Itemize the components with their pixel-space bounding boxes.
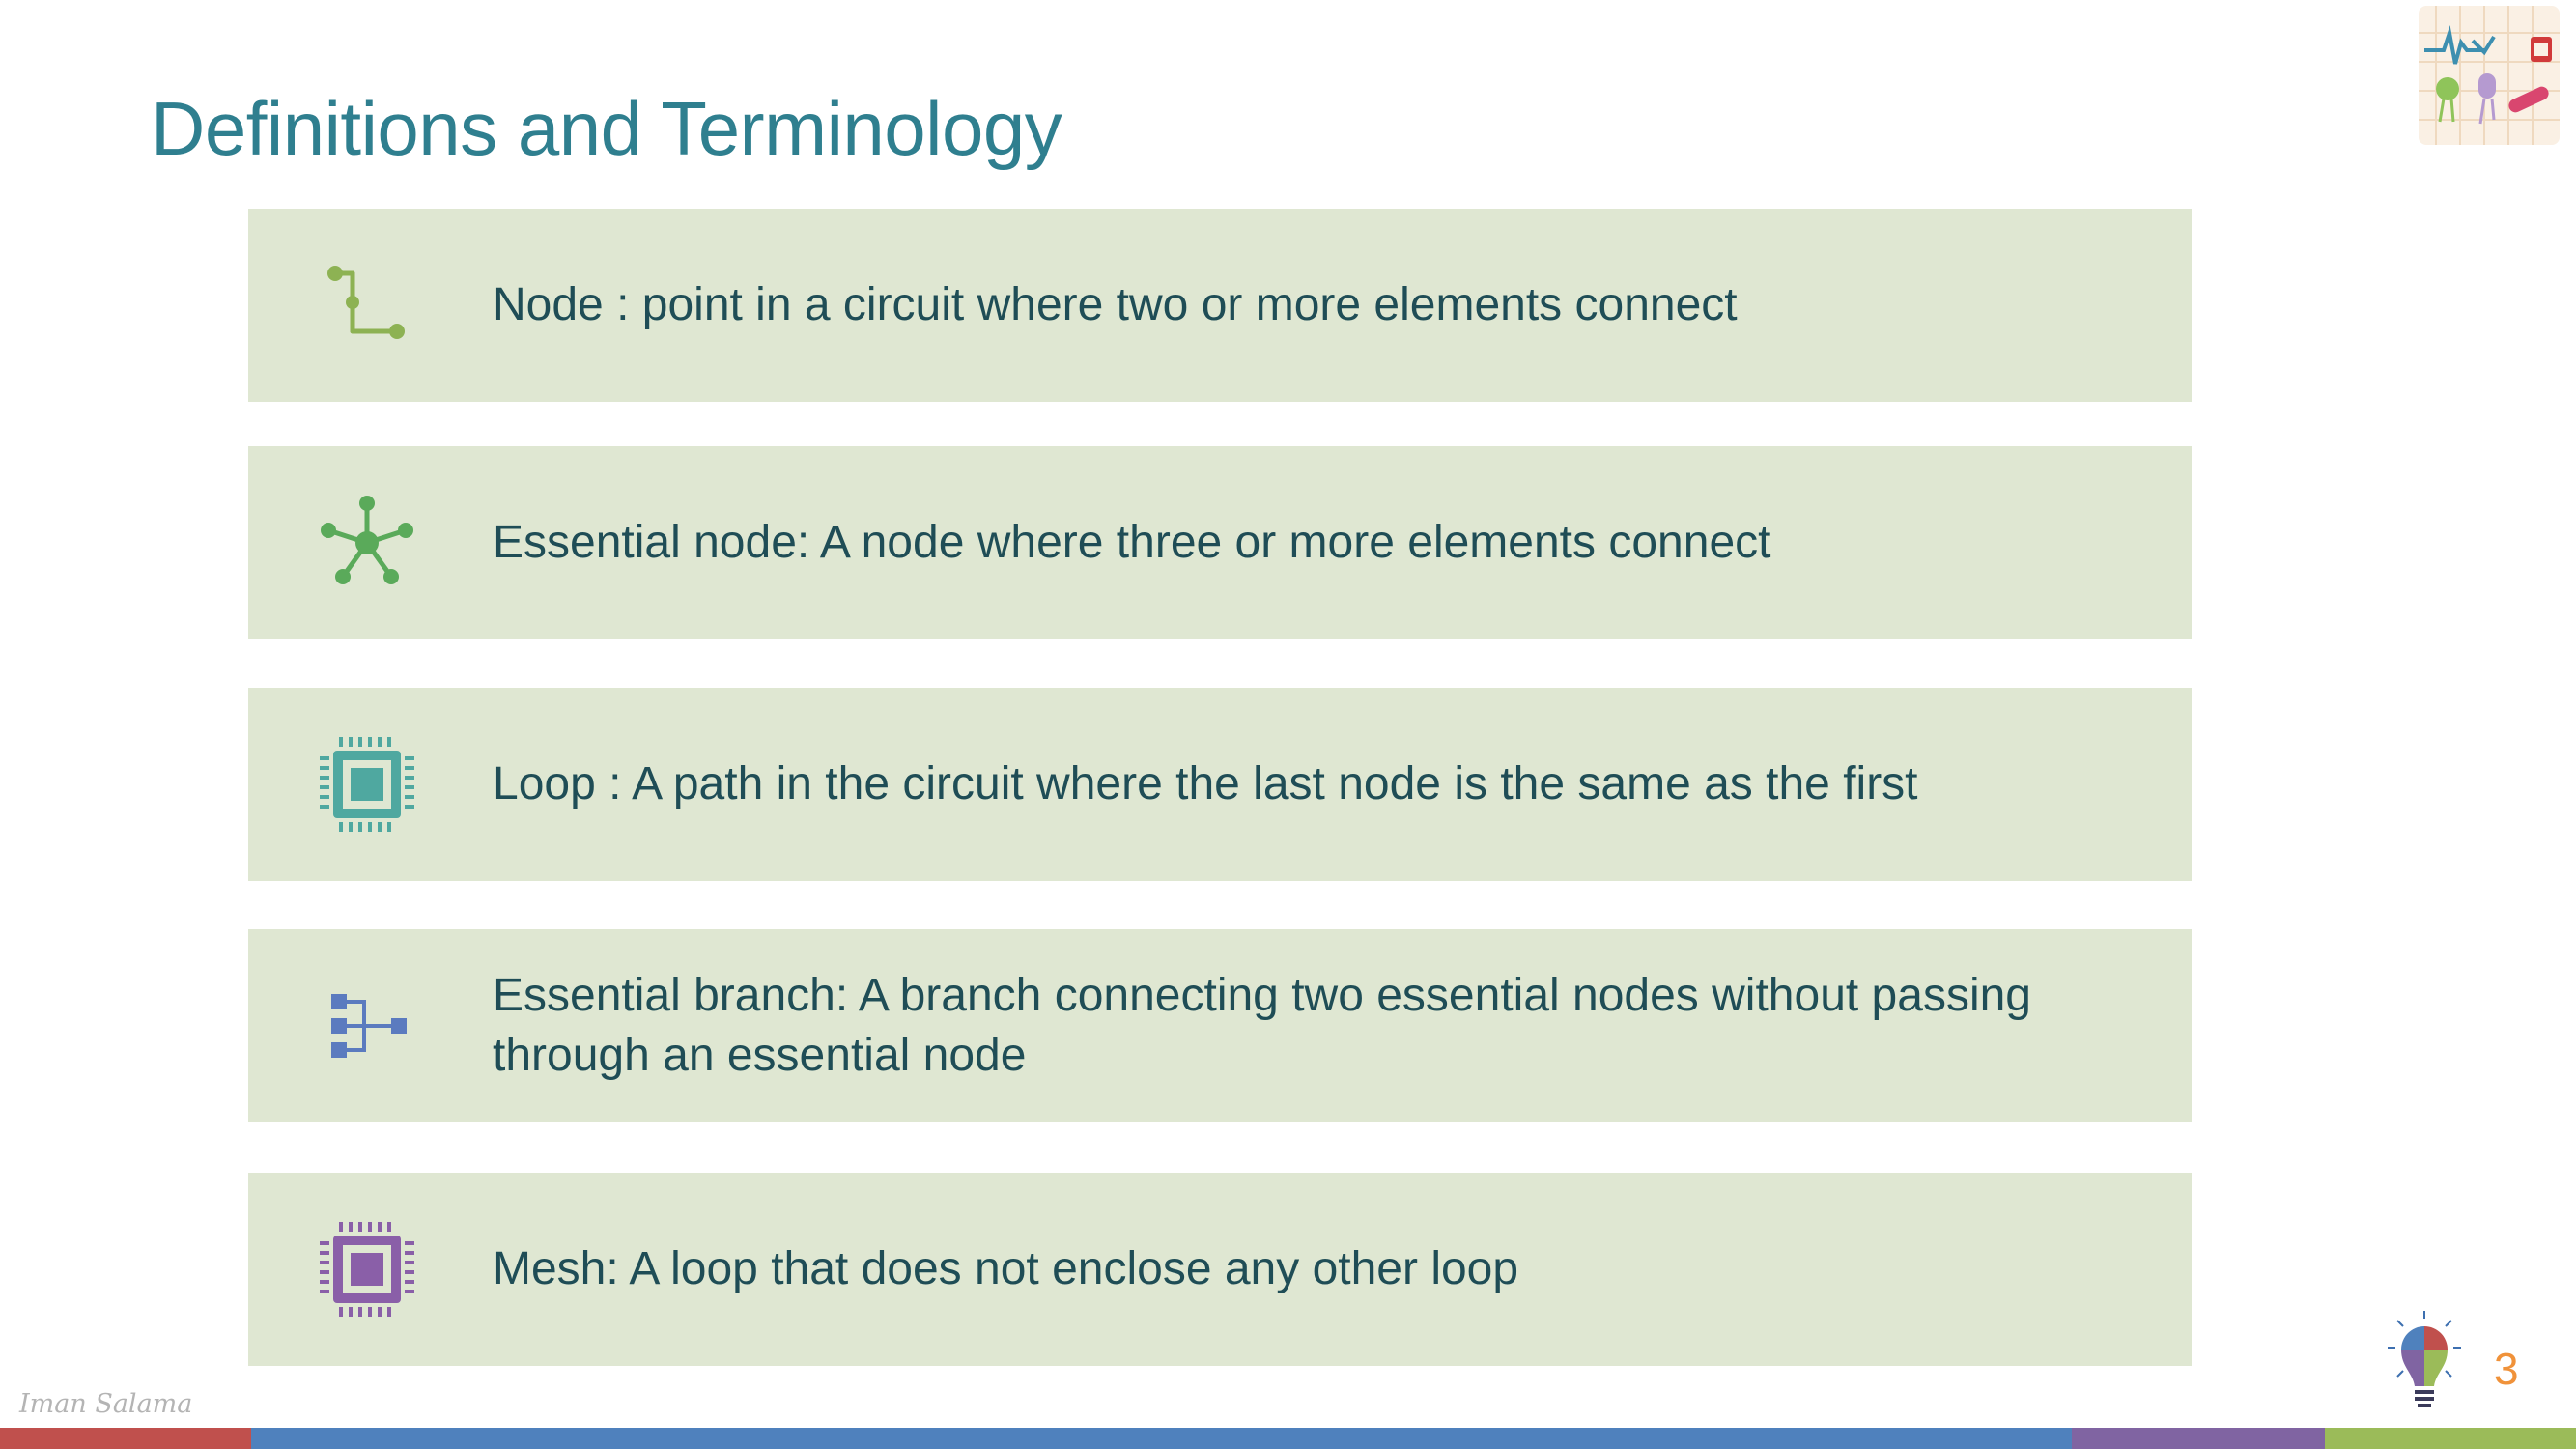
- definition-row-node: Node : point in a circuit where two or m…: [248, 209, 2192, 402]
- definition-text: Node : point in a circuit where two or m…: [493, 279, 1738, 330]
- bar-segment-purple: [2072, 1428, 2325, 1449]
- chip-icon: [314, 731, 420, 838]
- page-number: 3: [2494, 1344, 2519, 1394]
- author-name: Iman Salama: [19, 1389, 193, 1419]
- definition-row-essential-branch: Essential branch: A branch connecting tw…: [248, 929, 2192, 1122]
- definition-row-mesh: Mesh: A loop that does not enclose any o…: [248, 1173, 2192, 1366]
- slide-title: Definitions and Terminology: [151, 86, 1062, 171]
- bar-segment-green: [2325, 1428, 2576, 1449]
- definition-text: Loop : A path in the circuit where the l…: [493, 758, 1918, 810]
- branch-diagram-icon: [314, 973, 420, 1079]
- circuit-components-logo-icon: [2417, 4, 2562, 147]
- definition-text: Essential node: A node where three or mo…: [493, 517, 1771, 568]
- lightbulb-icon: [2386, 1309, 2463, 1415]
- bottom-color-bar: [0, 1428, 2576, 1449]
- definition-row-loop: Loop : A path in the circuit where the l…: [248, 688, 2192, 881]
- definition-text: Mesh: A loop that does not enclose any o…: [493, 1243, 1519, 1294]
- bar-segment-blue: [251, 1428, 2072, 1449]
- node-connector-icon: [314, 252, 420, 358]
- definition-text: Essential branch: A branch connecting tw…: [493, 970, 2031, 1081]
- chip-icon: [314, 1216, 420, 1322]
- hub-network-icon: [314, 490, 420, 596]
- bar-segment-red: [0, 1428, 251, 1449]
- definition-row-essential-node: Essential node: A node where three or mo…: [248, 446, 2192, 639]
